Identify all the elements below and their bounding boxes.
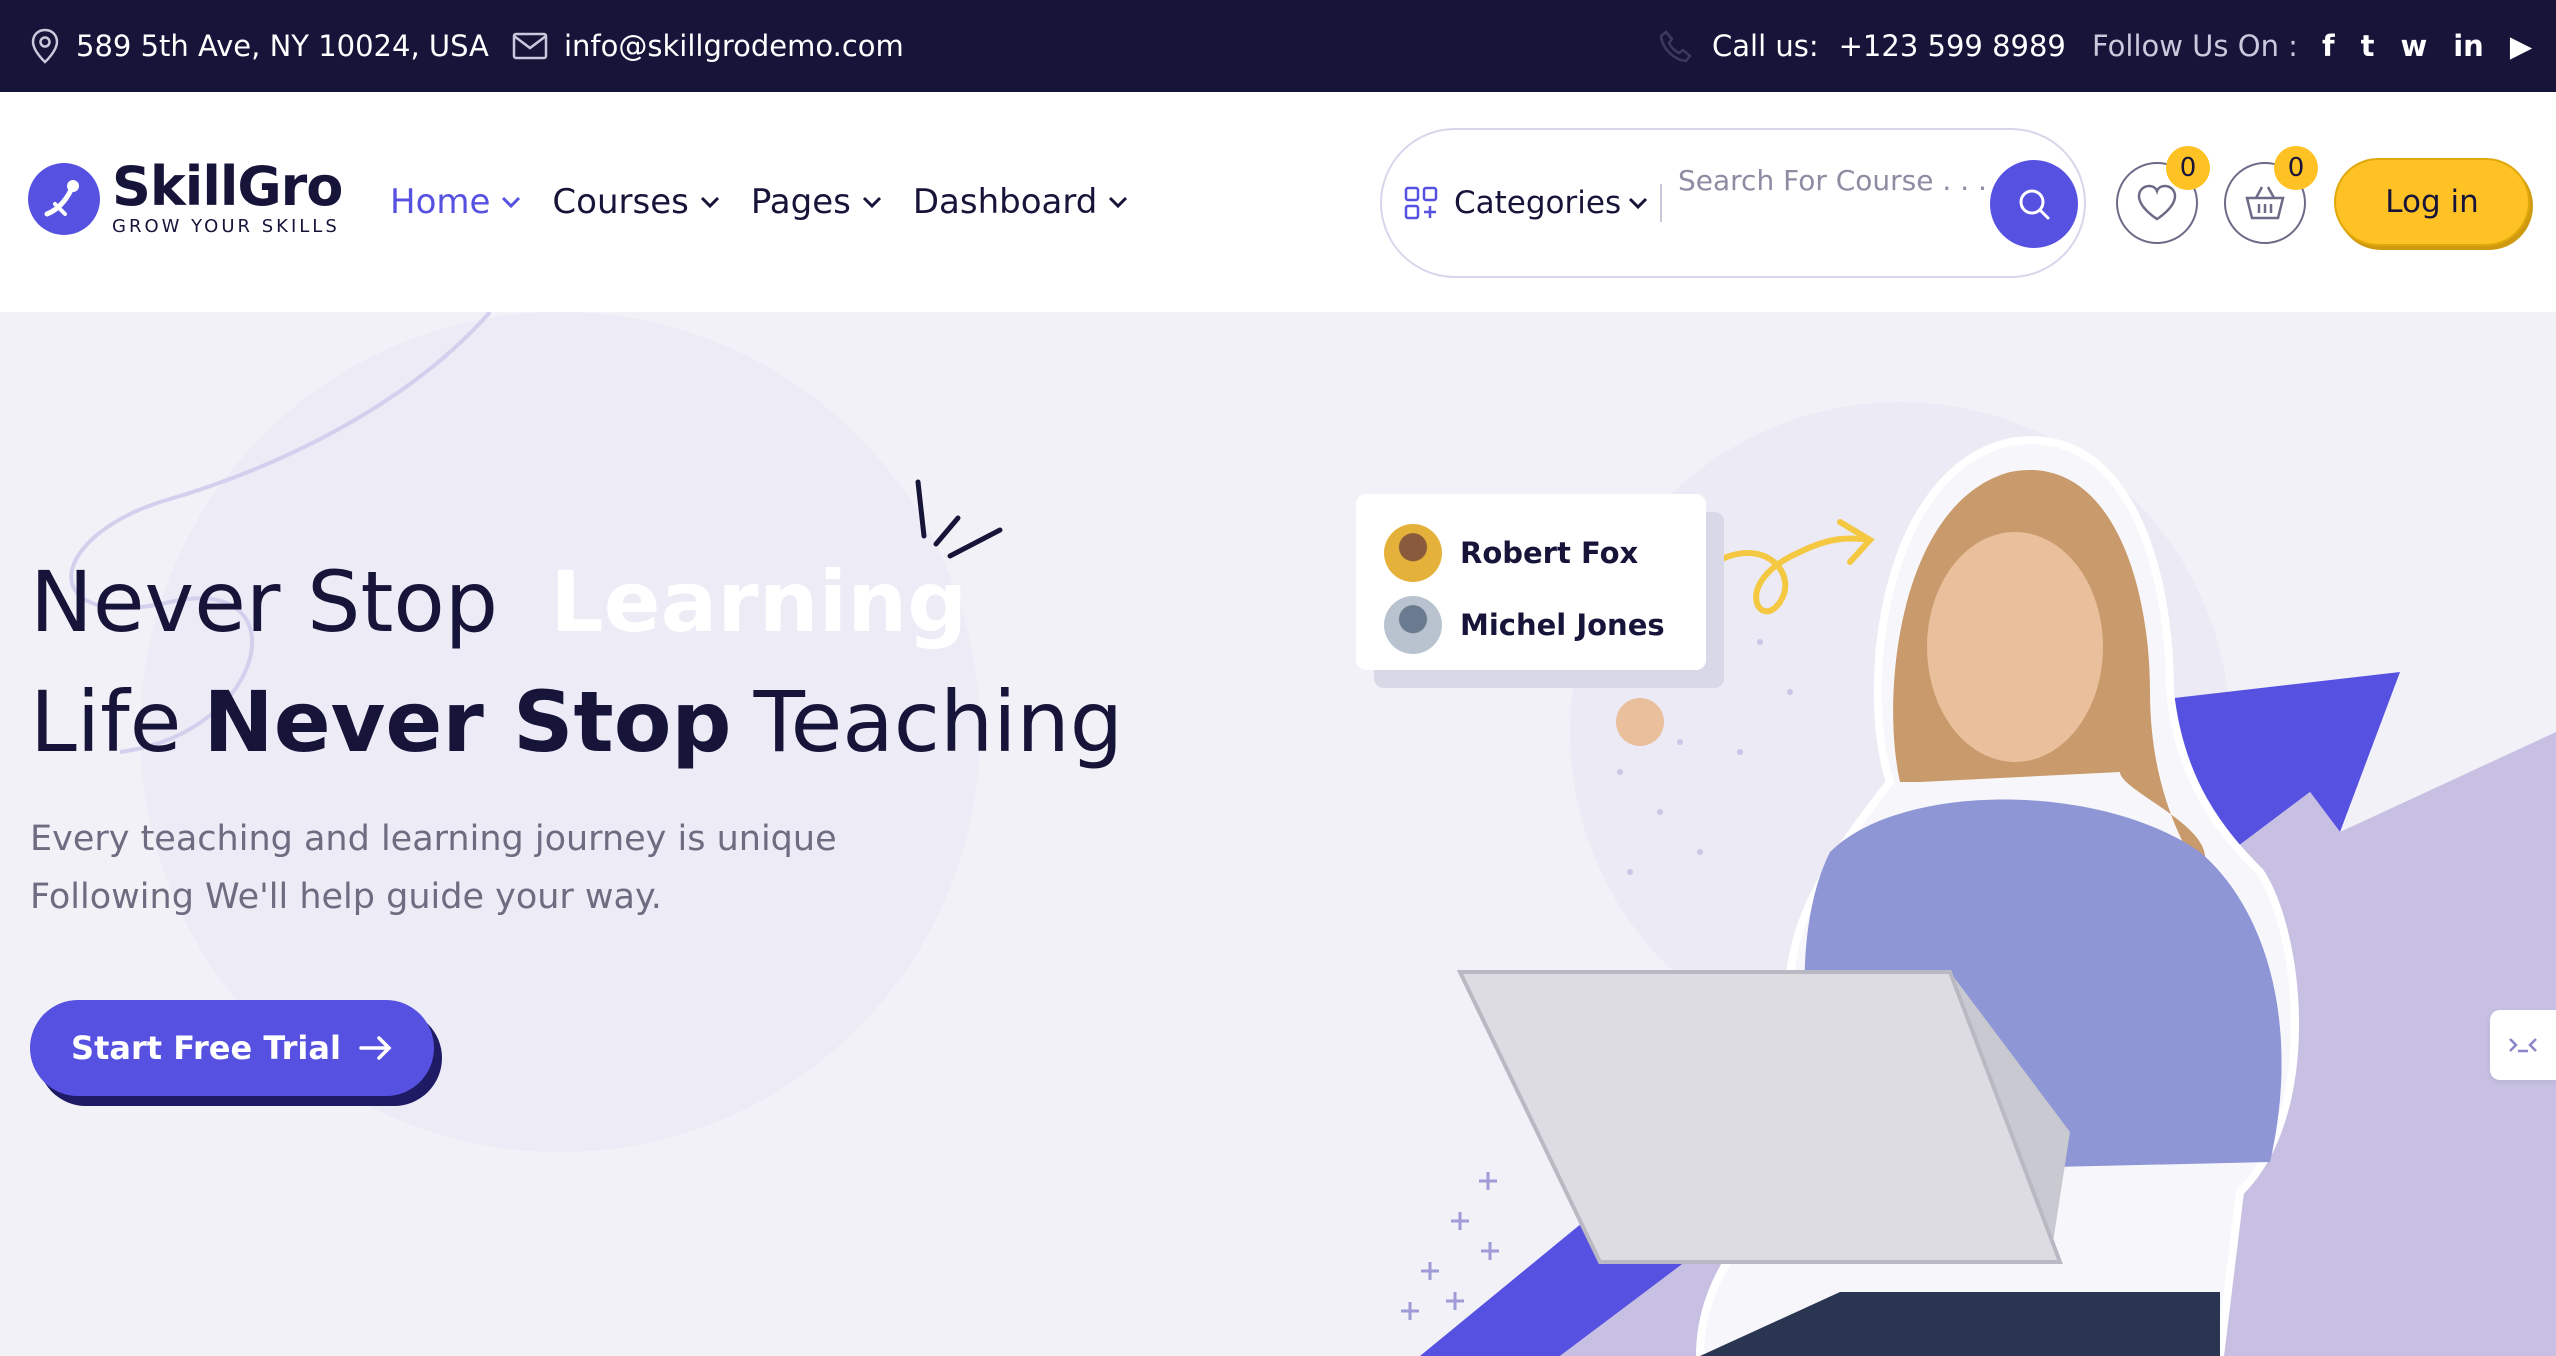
social-links: f t w in ▶ xyxy=(2322,29,2532,63)
search-divider xyxy=(1660,184,1662,222)
logo-mark-icon xyxy=(28,162,100,235)
call-label: Call us: xyxy=(1712,29,1819,63)
hero-section: Never Stop Learning Life Never Stop Teac… xyxy=(0,312,2556,1356)
heart-icon xyxy=(2137,184,2177,221)
nav-home-label: Home xyxy=(390,182,491,222)
phone-icon xyxy=(1659,30,1692,63)
person-name: Michel Jones xyxy=(1460,608,1665,642)
basket-icon xyxy=(2245,186,2285,220)
person-name: Robert Fox xyxy=(1460,536,1639,570)
chevron-down-icon xyxy=(502,196,521,209)
hero-subtext: Every teaching and learning journey is u… xyxy=(30,810,837,926)
phone-item[interactable]: Call us: +123 599 8989 xyxy=(1656,0,2066,92)
login-button[interactable]: Log in xyxy=(2334,158,2530,246)
hero-subtext-line-2: Following We'll help guide your way. xyxy=(30,877,662,917)
code-toggle-icon xyxy=(2509,1038,2537,1053)
cart-count-badge: 0 xyxy=(2274,146,2318,190)
chevron-down-icon xyxy=(862,196,881,209)
top-info-bar: 589 5th Ave, NY 10024, USA info@skillgro… xyxy=(0,0,2556,92)
nav-home[interactable]: Home xyxy=(390,182,522,222)
search-input[interactable] xyxy=(1678,150,1988,210)
logo-tagline: GROW YOUR SKILLS xyxy=(112,216,340,237)
nav-courses-label: Courses xyxy=(552,182,689,222)
youtube-icon[interactable]: ▶ xyxy=(2510,29,2532,63)
chevron-down-icon xyxy=(1629,197,1648,210)
search-icon xyxy=(2019,189,2050,220)
wishlist-count-badge: 0 xyxy=(2166,146,2210,190)
chevron-down-icon xyxy=(1109,196,1128,209)
location-pin-icon xyxy=(31,28,59,64)
headline-line-2: Life Never Stop Teaching xyxy=(30,662,1123,782)
nav-pages-label: Pages xyxy=(750,182,851,222)
address-item: 589 5th Ave, NY 10024, USA xyxy=(30,0,489,92)
nav-dashboard-label: Dashboard xyxy=(912,182,1098,222)
headline-suffix-2: Teaching xyxy=(753,673,1124,771)
main-nav: Home Courses Pages Dashboard xyxy=(390,92,1129,312)
headline-prefix-1: Never Stop xyxy=(30,553,499,651)
categories-dropdown[interactable]: Categories xyxy=(1404,130,1649,276)
hero-headline: Never Stop Learning Life Never Stop Teac… xyxy=(30,542,1123,782)
email-item[interactable]: info@skillgrodemo.com xyxy=(512,0,904,92)
logo-name: SkillGro xyxy=(112,155,343,218)
headline-prefix-2: Life xyxy=(30,673,182,771)
follow-us: Follow Us On : f t w in ▶ xyxy=(2092,0,2532,92)
arrow-right-icon xyxy=(359,1036,392,1060)
chevron-down-icon xyxy=(700,196,719,209)
twitter-icon[interactable]: t xyxy=(2361,29,2375,63)
categories-label: Categories xyxy=(1454,185,1622,221)
headline-line-1: Never Stop Learning xyxy=(30,542,1123,662)
nav-dashboard[interactable]: Dashboard xyxy=(913,182,1129,222)
nav-courses[interactable]: Courses xyxy=(552,182,720,222)
person-item: Michel Jones xyxy=(1384,596,1665,654)
start-free-trial-button[interactable]: Start Free Trial xyxy=(30,1000,434,1096)
main-header: SkillGro GROW YOUR SKILLS Home Courses P… xyxy=(0,92,2556,312)
facebook-icon[interactable]: f xyxy=(2322,29,2335,63)
cta-label: Start Free Trial xyxy=(71,1029,341,1067)
mail-icon xyxy=(512,32,548,60)
address-text: 589 5th Ave, NY 10024, USA xyxy=(76,29,489,63)
students-card: Robert Fox Michel Jones xyxy=(1356,494,1706,670)
phone-number[interactable]: +123 599 8989 xyxy=(1839,29,2066,63)
follow-label: Follow Us On : xyxy=(2092,29,2298,63)
course-search-bar: Categories xyxy=(1380,128,2086,278)
logo-text: SkillGro GROW YOUR SKILLS xyxy=(112,155,343,238)
nav-pages[interactable]: Pages xyxy=(751,182,883,222)
headline-highlight: Learning xyxy=(524,542,993,662)
grid-icon xyxy=(1404,186,1438,220)
whatsapp-icon[interactable]: w xyxy=(2400,29,2427,63)
linkedin-icon[interactable]: in xyxy=(2453,29,2484,63)
hero-subtext-line-1: Every teaching and learning journey is u… xyxy=(30,819,837,859)
avatar xyxy=(1384,596,1442,654)
search-button[interactable] xyxy=(1990,160,2078,248)
avatar xyxy=(1384,524,1442,582)
side-toggle-widget[interactable] xyxy=(2490,1010,2556,1080)
email-link[interactable]: info@skillgrodemo.com xyxy=(564,29,904,63)
headline-bold: Never Stop xyxy=(203,673,732,771)
person-item: Robert Fox xyxy=(1384,524,1638,582)
site-logo[interactable]: SkillGro GROW YOUR SKILLS xyxy=(28,155,343,238)
